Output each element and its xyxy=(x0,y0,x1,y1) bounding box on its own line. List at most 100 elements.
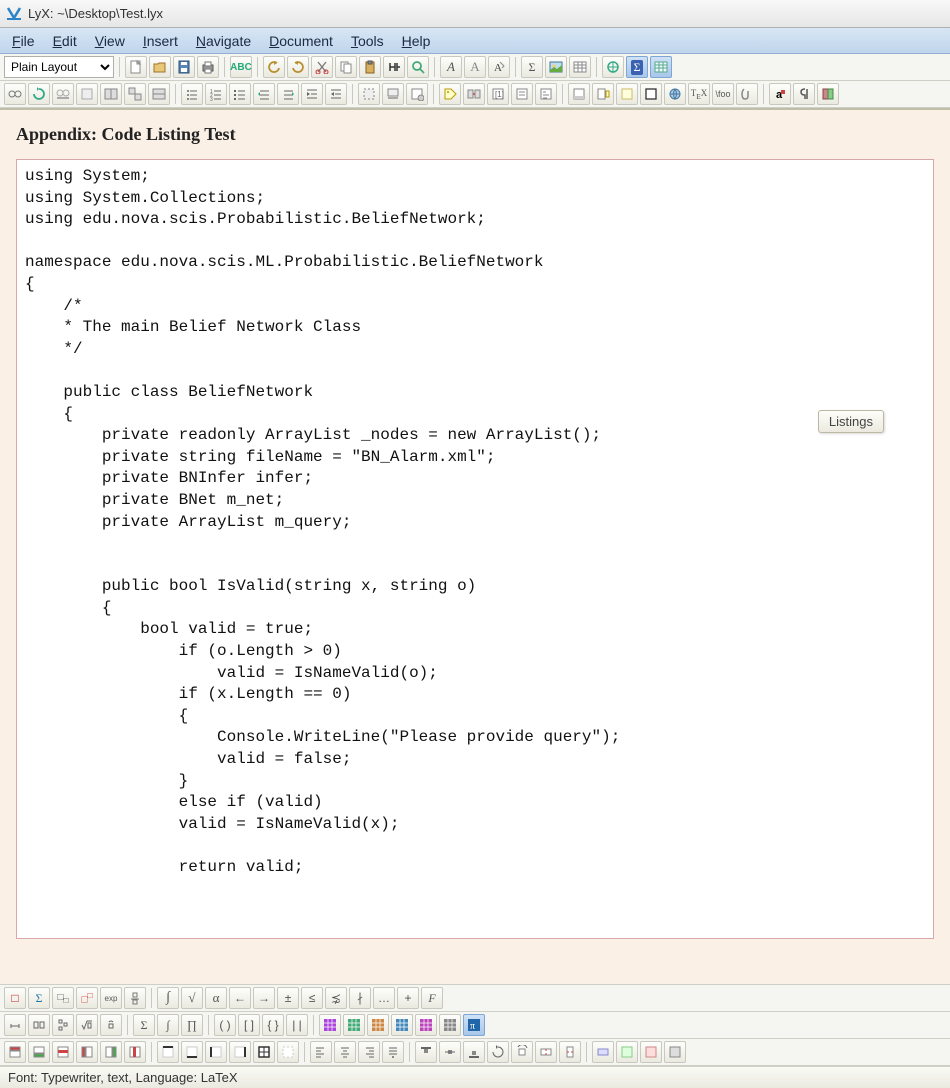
list-description-button[interactable] xyxy=(229,83,251,105)
bracket-button[interactable]: [ ] xyxy=(238,1014,260,1036)
paren-button[interactable]: ( ) xyxy=(214,1014,236,1036)
section-heading[interactable]: Appendix: Code Listing Test xyxy=(16,124,934,145)
insert-footnote-button[interactable] xyxy=(568,83,590,105)
math-rightarrow-button[interactable]: → xyxy=(253,987,275,1009)
insert-mathmacro-button[interactable]: \foo xyxy=(712,83,734,105)
menu-file[interactable]: File xyxy=(4,30,43,52)
menu-insert[interactable]: Insert xyxy=(135,30,186,52)
redo-button[interactable] xyxy=(287,56,309,78)
update-other-button[interactable] xyxy=(124,83,146,105)
math-integral-button[interactable]: ∫ xyxy=(157,987,179,1009)
math-sigma-button[interactable]: Σ xyxy=(521,56,543,78)
listings-float-label[interactable]: Listings xyxy=(818,410,884,433)
tabular-feature1-button[interactable] xyxy=(592,1041,614,1063)
bar-button[interactable]: | | xyxy=(286,1014,308,1036)
math-subscript-button[interactable]: □□ xyxy=(52,987,74,1009)
math-sqrt-button[interactable]: √ xyxy=(181,987,203,1009)
delete-col-button[interactable] xyxy=(124,1041,146,1063)
math-dots-button[interactable]: … xyxy=(373,987,395,1009)
align-decimal-button[interactable] xyxy=(382,1041,404,1063)
gather-button[interactable] xyxy=(415,1014,437,1036)
math-leftarrow-button[interactable]: ← xyxy=(229,987,251,1009)
valign-middle-button[interactable] xyxy=(439,1041,461,1063)
menu-view[interactable]: View xyxy=(87,30,133,52)
math-dpr-button[interactable]: ∤ xyxy=(349,987,371,1009)
eqnarray-button[interactable] xyxy=(391,1014,413,1036)
decrease-depth-button[interactable] xyxy=(277,83,299,105)
document-area[interactable]: Appendix: Code Listing Test using System… xyxy=(0,108,950,984)
insert-url-button[interactable] xyxy=(664,83,686,105)
tabular-feature4-button[interactable] xyxy=(664,1041,686,1063)
math-frac-button[interactable] xyxy=(124,987,146,1009)
delete-row-button[interactable] xyxy=(52,1041,74,1063)
border-none-button[interactable] xyxy=(277,1041,299,1063)
add-col-left-button[interactable] xyxy=(76,1041,98,1063)
insert-figure-button[interactable] xyxy=(358,83,380,105)
math-plus-button[interactable]: + xyxy=(397,987,419,1009)
multline-button[interactable] xyxy=(439,1014,461,1036)
thesaurus-button[interactable] xyxy=(817,83,839,105)
insert-label-button[interactable] xyxy=(439,83,461,105)
border-top-button[interactable] xyxy=(157,1041,179,1063)
toggle-table-toolbar-button[interactable] xyxy=(650,56,672,78)
border-all-button[interactable] xyxy=(253,1041,275,1063)
binom-button[interactable] xyxy=(52,1014,74,1036)
insert-caption-button[interactable] xyxy=(382,83,404,105)
big-prod-button[interactable]: ∏ xyxy=(181,1014,203,1036)
indent-button[interactable] xyxy=(301,83,323,105)
multirow-button[interactable] xyxy=(559,1041,581,1063)
menu-help[interactable]: Help xyxy=(394,30,439,52)
find-button[interactable] xyxy=(383,56,405,78)
list-numbered-button[interactable]: 123 xyxy=(205,83,227,105)
view-master-button[interactable] xyxy=(52,83,74,105)
root-button[interactable] xyxy=(76,1014,98,1036)
paragraph-button[interactable] xyxy=(793,83,815,105)
rotate-table-button[interactable] xyxy=(511,1041,533,1063)
add-row-above-button[interactable] xyxy=(4,1041,26,1063)
space-button[interactable] xyxy=(4,1014,26,1036)
noun-button[interactable]: A xyxy=(464,56,486,78)
cut-button[interactable] xyxy=(311,56,333,78)
style-button[interactable] xyxy=(28,1014,50,1036)
insert-box-button[interactable] xyxy=(640,83,662,105)
align-button[interactable] xyxy=(367,1014,389,1036)
valign-top-button[interactable] xyxy=(415,1041,437,1063)
update-button[interactable] xyxy=(28,83,50,105)
insert-index-button[interactable] xyxy=(406,83,428,105)
math-font-button[interactable]: F xyxy=(421,987,443,1009)
cases-button[interactable] xyxy=(343,1014,365,1036)
toggle-outline-button[interactable] xyxy=(602,56,624,78)
rotate-cell-button[interactable] xyxy=(487,1041,509,1063)
border-bottom-button[interactable] xyxy=(181,1041,203,1063)
increase-depth-button[interactable] xyxy=(253,83,275,105)
listing-code-block[interactable]: using System; using System.Collections; … xyxy=(16,159,934,939)
math-lneq-button[interactable]: ⋨ xyxy=(325,987,347,1009)
math-alpha-button[interactable]: α xyxy=(205,987,227,1009)
insert-file-button[interactable] xyxy=(736,83,758,105)
menu-edit[interactable]: Edit xyxy=(45,30,85,52)
view-button[interactable] xyxy=(4,83,26,105)
insert-xref-button[interactable] xyxy=(463,83,485,105)
view-split-button[interactable] xyxy=(148,83,170,105)
math-sigma-button[interactable]: Σ xyxy=(28,987,50,1009)
menu-navigate[interactable]: Navigate xyxy=(188,30,259,52)
insert-ert-button[interactable]: TEX xyxy=(688,83,710,105)
view-other-button[interactable] xyxy=(100,83,122,105)
insert-table-button[interactable] xyxy=(569,56,591,78)
tabular-feature2-button[interactable] xyxy=(616,1041,638,1063)
open-button[interactable] xyxy=(149,56,171,78)
paste-button[interactable] xyxy=(359,56,381,78)
new-button[interactable] xyxy=(125,56,147,78)
insert-graphics-button[interactable] xyxy=(545,56,567,78)
big-sigma-button[interactable]: Σ xyxy=(133,1014,155,1036)
menu-document[interactable]: Document xyxy=(261,30,341,52)
align-left-button[interactable] xyxy=(310,1041,332,1063)
math-exp-button[interactable]: exp xyxy=(100,987,122,1009)
layout-combo[interactable]: Plain Layout xyxy=(4,56,114,78)
math-pm-button[interactable]: ± xyxy=(277,987,299,1009)
copy-button[interactable] xyxy=(335,56,357,78)
textstyle-button[interactable]: a xyxy=(769,83,791,105)
print-button[interactable] xyxy=(197,56,219,78)
tabular-feature3-button[interactable] xyxy=(640,1041,662,1063)
emph-button[interactable]: A xyxy=(440,56,462,78)
